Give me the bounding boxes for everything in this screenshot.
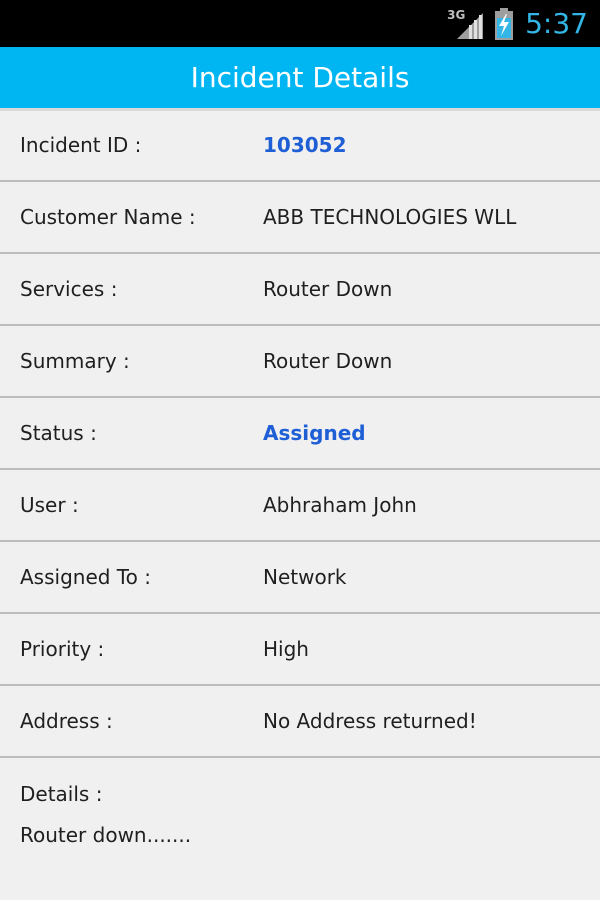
page-title: Incident Details (190, 61, 410, 94)
row-assigned-to: Assigned To : Network (0, 542, 600, 614)
row-services: Services : Router Down (0, 254, 600, 326)
customer-name-value: ABB TECHNOLOGIES WLL (263, 205, 517, 229)
title-bar: Incident Details (0, 47, 600, 108)
status-label: Status : (20, 421, 97, 445)
services-label: Services : (20, 277, 118, 301)
incident-details-list: Incident ID : 103052 Customer Name : ABB… (0, 110, 600, 847)
details-text: Router down....... (20, 823, 192, 847)
priority-label: Priority : (20, 637, 105, 661)
row-user: User : Abhraham John (0, 470, 600, 542)
status-value: Assigned (263, 421, 366, 445)
row-address: Address : No Address returned! (0, 686, 600, 758)
battery-charging-icon (495, 7, 514, 40)
row-priority: Priority : High (0, 614, 600, 686)
customer-name-label: Customer Name : (20, 205, 196, 229)
summary-label: Summary : (20, 349, 130, 373)
details-label: Details : (20, 782, 103, 806)
services-value: Router Down (263, 277, 393, 301)
user-label: User : (20, 493, 79, 517)
network-indicator: 3G (447, 7, 485, 41)
details-section: Details : Router down....... (0, 782, 600, 847)
row-status: Status : Assigned (0, 398, 600, 470)
address-label: Address : (20, 709, 113, 733)
status-bar: 3G 5:37 (0, 0, 600, 47)
assigned-to-label: Assigned To : (20, 565, 151, 589)
priority-value: High (263, 637, 309, 661)
incident-id-value: 103052 (263, 133, 347, 157)
address-value: No Address returned! (263, 709, 477, 733)
row-summary: Summary : Router Down (0, 326, 600, 398)
user-value: Abhraham John (263, 493, 417, 517)
row-incident-id: Incident ID : 103052 (0, 110, 600, 182)
signal-icon (457, 12, 484, 39)
row-customer-name: Customer Name : ABB TECHNOLOGIES WLL (0, 182, 600, 254)
status-icons: 3G 5:37 (447, 0, 588, 47)
summary-value: Router Down (263, 349, 393, 373)
clock: 5:37 (525, 7, 588, 40)
assigned-to-value: Network (263, 565, 347, 589)
incident-id-label: Incident ID : (20, 133, 142, 157)
